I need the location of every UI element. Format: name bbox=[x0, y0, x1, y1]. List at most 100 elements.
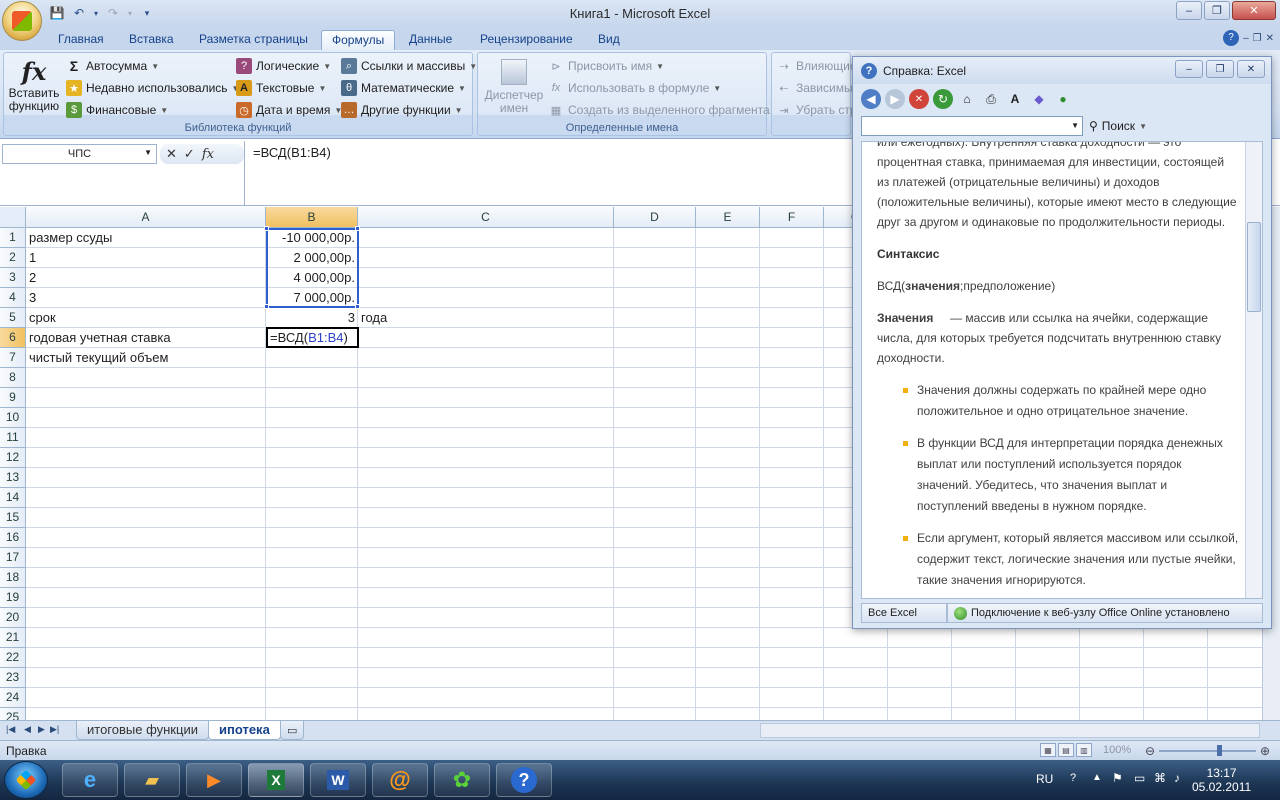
minimize-button[interactable]: – bbox=[1176, 1, 1202, 20]
financial-button[interactable]: $ Финансовые ▼ bbox=[66, 100, 168, 120]
row-header-19[interactable]: 19 bbox=[0, 588, 26, 608]
zoom-thumb[interactable] bbox=[1217, 745, 1223, 756]
tray-help-icon[interactable]: ? bbox=[1070, 772, 1076, 784]
first-sheet-icon[interactable]: |◀ bbox=[6, 724, 15, 735]
cell-a4[interactable]: 3 bbox=[26, 288, 39, 308]
normal-view-icon[interactable]: ▦ bbox=[1040, 743, 1056, 757]
row-header-2[interactable]: 2 bbox=[0, 248, 26, 268]
zoom-slider[interactable]: ⊖ ⊕ bbox=[1145, 744, 1270, 758]
tray-volume-icon[interactable]: ♪ bbox=[1174, 771, 1180, 785]
cell-b5[interactable]: 3 bbox=[266, 308, 358, 328]
taskbar-mail[interactable]: @ bbox=[372, 763, 428, 797]
close-button[interactable]: ✕ bbox=[1232, 1, 1276, 20]
cell-a5[interactable]: срок bbox=[26, 308, 59, 328]
prev-sheet-icon[interactable]: ◀ bbox=[24, 724, 31, 735]
zoom-level[interactable]: 100% bbox=[1103, 744, 1131, 756]
cell-b2[interactable]: 2 000,00р. bbox=[266, 248, 358, 268]
home-icon[interactable]: ⌂ bbox=[957, 89, 977, 109]
cell-a3[interactable]: 2 bbox=[26, 268, 39, 288]
enter-formula-icon[interactable]: ✓ bbox=[184, 146, 195, 162]
tab-0[interactable]: Главная bbox=[48, 30, 114, 50]
column-header-a[interactable]: A bbox=[26, 207, 266, 228]
row-header-22[interactable]: 22 bbox=[0, 648, 26, 668]
row-header-17[interactable]: 17 bbox=[0, 548, 26, 568]
tab-5[interactable]: Рецензирование bbox=[470, 30, 583, 50]
lookup-button[interactable]: ⌕ Ссылки и массивы ▼ bbox=[341, 56, 477, 76]
tab-4[interactable]: Данные bbox=[399, 30, 462, 50]
row-header-3[interactable]: 3 bbox=[0, 268, 26, 288]
cell-b4[interactable]: 7 000,00р. bbox=[266, 288, 358, 308]
text-functions-button[interactable]: A Текстовые ▼ bbox=[236, 78, 326, 98]
ribbon-close-icon[interactable]: ✕ bbox=[1266, 33, 1274, 44]
tab-1[interactable]: Вставка bbox=[119, 30, 184, 50]
cell-b3[interactable]: 4 000,00р. bbox=[266, 268, 358, 288]
row-header-16[interactable]: 16 bbox=[0, 528, 26, 548]
tray-monitor-icon[interactable]: ▭ bbox=[1134, 771, 1145, 785]
row-header-21[interactable]: 21 bbox=[0, 628, 26, 648]
row-header-18[interactable]: 18 bbox=[0, 568, 26, 588]
row-header-11[interactable]: 11 bbox=[0, 428, 26, 448]
use-in-formula-button[interactable]: fx Использовать в формуле ▼ bbox=[548, 78, 722, 98]
row-header-20[interactable]: 20 bbox=[0, 608, 26, 628]
column-header-d[interactable]: D bbox=[614, 207, 696, 228]
selection-handle[interactable] bbox=[264, 304, 269, 309]
row-header-25[interactable]: 25 bbox=[0, 708, 26, 720]
language-indicator[interactable]: RU bbox=[1036, 772, 1053, 786]
chevron-down-icon[interactable]: ▼ bbox=[1071, 121, 1079, 130]
horizontal-scrollbar[interactable] bbox=[760, 723, 1260, 738]
taskbar-help[interactable]: ? bbox=[496, 763, 552, 797]
taskbar-excel[interactable]: X bbox=[248, 763, 304, 797]
tray-chevron-icon[interactable]: ▲ bbox=[1092, 772, 1102, 783]
chevron-down-icon[interactable]: ▼ bbox=[144, 148, 152, 157]
stop-icon[interactable]: ✕ bbox=[909, 89, 929, 109]
cell-c5[interactable]: года bbox=[358, 308, 390, 328]
assign-name-button[interactable]: ⊳ Присвоить имя ▼ bbox=[548, 56, 664, 76]
clock[interactable]: 13:17 05.02.2011 bbox=[1192, 766, 1251, 794]
last-sheet-icon[interactable]: ▶| bbox=[50, 724, 59, 735]
name-manager-button[interactable]: Диспетчер имен bbox=[482, 59, 546, 115]
row-header-8[interactable]: 8 bbox=[0, 368, 26, 388]
cell-a2[interactable]: 1 bbox=[26, 248, 39, 268]
cell-a1[interactable]: размер ссуды bbox=[26, 228, 115, 248]
column-header-c[interactable]: C bbox=[358, 207, 614, 228]
tray-flag-icon[interactable]: ⚑ bbox=[1112, 771, 1123, 785]
help-close-button[interactable]: ✕ bbox=[1237, 60, 1265, 78]
tab-6[interactable]: Вид bbox=[588, 30, 630, 50]
page-layout-view-icon[interactable]: ▤ bbox=[1058, 743, 1074, 757]
help-search-button[interactable]: ⚲ Поиск ▼ bbox=[1089, 119, 1147, 133]
tab-3[interactable]: Формулы bbox=[321, 30, 396, 50]
cancel-formula-icon[interactable]: ✕ bbox=[166, 146, 177, 162]
autosum-button[interactable]: Σ Автосумма ▼ bbox=[66, 56, 159, 76]
trace-dependents-button[interactable]: ⇠ Зависимые bbox=[776, 78, 859, 98]
insert-sheet-button[interactable]: ▭ bbox=[280, 721, 305, 740]
tab-2[interactable]: Разметка страницы bbox=[189, 30, 318, 50]
taskbar-word[interactable]: W bbox=[310, 763, 366, 797]
cell-a7[interactable]: чистый текущий объем bbox=[26, 348, 171, 368]
row-header-9[interactable]: 9 bbox=[0, 388, 26, 408]
taskbar-explorer[interactable]: ▰ bbox=[124, 763, 180, 797]
row-header-7[interactable]: 7 bbox=[0, 348, 26, 368]
select-all-corner[interactable] bbox=[0, 207, 26, 228]
recent-functions-button[interactable]: ★ Недавно использовались▼ bbox=[66, 78, 239, 98]
row-header-13[interactable]: 13 bbox=[0, 468, 26, 488]
column-header-e[interactable]: E bbox=[696, 207, 760, 228]
taskbar-ie[interactable]: e bbox=[62, 763, 118, 797]
column-header-f[interactable]: F bbox=[760, 207, 824, 228]
help-icon[interactable]: ? bbox=[1223, 30, 1240, 46]
row-header-1[interactable]: 1 bbox=[0, 228, 26, 248]
logical-button[interactable]: ? Логические ▼ bbox=[236, 56, 331, 76]
tray-network-icon[interactable]: ⌘ bbox=[1154, 771, 1166, 785]
cell-b1[interactable]: -10 000,00р. bbox=[266, 228, 358, 248]
help-minimize-button[interactable]: – bbox=[1175, 60, 1203, 78]
restore-button[interactable]: ❐ bbox=[1204, 1, 1230, 20]
toc-book-icon[interactable]: ◆ bbox=[1029, 89, 1049, 109]
math-button[interactable]: θ Математические ▼ bbox=[341, 78, 466, 98]
row-header-23[interactable]: 23 bbox=[0, 668, 26, 688]
help-connection-status[interactable]: Подключение к веб-узлу Office Online уст… bbox=[947, 603, 1263, 623]
taskbar-icq[interactable]: ✿ bbox=[434, 763, 490, 797]
sheet-tab-totals[interactable]: итоговые функции bbox=[76, 721, 209, 740]
row-header-4[interactable]: 4 bbox=[0, 288, 26, 308]
office-button[interactable] bbox=[2, 1, 42, 41]
row-header-14[interactable]: 14 bbox=[0, 488, 26, 508]
taskbar-media-player[interactable]: ▶ bbox=[186, 763, 242, 797]
